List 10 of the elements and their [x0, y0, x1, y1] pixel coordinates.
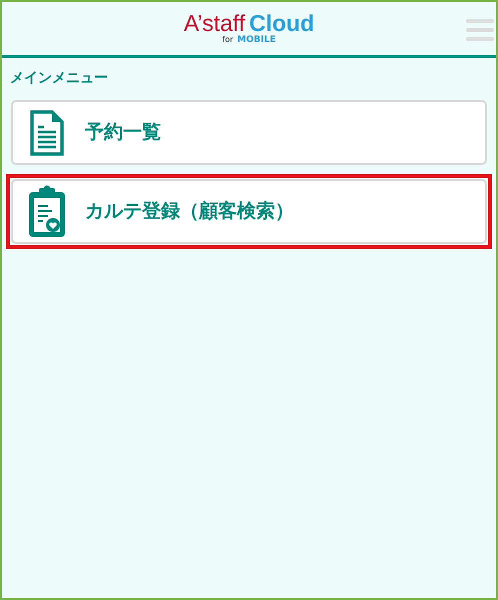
brand-logo-text: A’staff: [184, 12, 246, 35]
menu-item[interactable]: カルテ登録（顧客検索）: [11, 179, 487, 244]
platform-logo-text: MOBILE: [237, 36, 276, 45]
document-icon: [30, 110, 64, 156]
product-logo-text: Cloud: [249, 12, 314, 35]
menu-icon[interactable]: [466, 18, 494, 42]
clipboard-icon: [27, 184, 67, 238]
logo-subtitle: for: [222, 36, 234, 44]
menu-item[interactable]: 予約一覧: [11, 100, 487, 165]
section-title: メインメニュー: [9, 69, 109, 88]
